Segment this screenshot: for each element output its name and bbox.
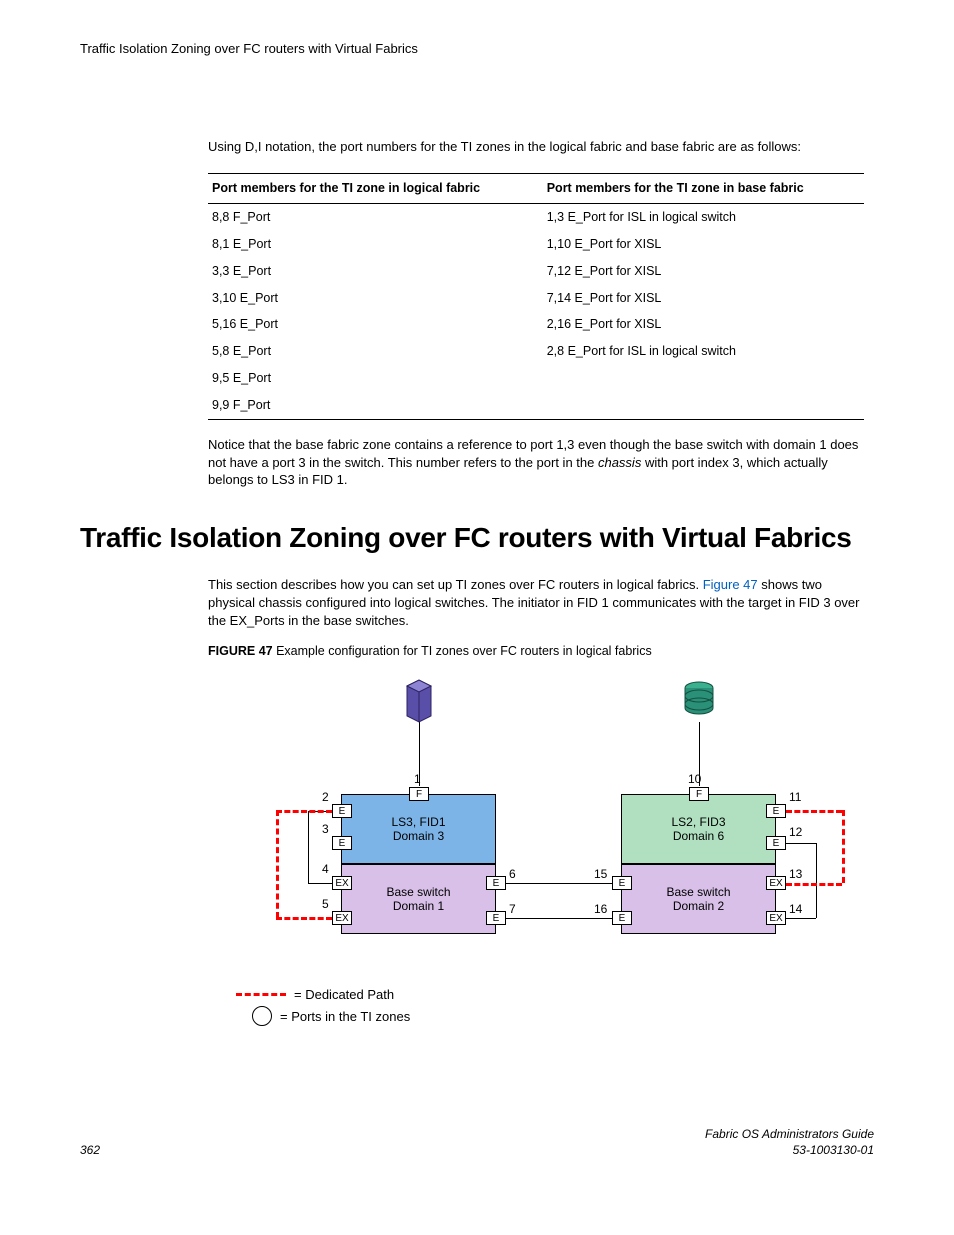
section-heading: Traffic Isolation Zoning over FC routers… bbox=[80, 519, 874, 557]
legend-dash-icon bbox=[236, 993, 286, 996]
port-num: 5 bbox=[322, 896, 329, 912]
port-num: 11 bbox=[789, 789, 801, 805]
port-num: 6 bbox=[509, 866, 516, 882]
port-ex: EX bbox=[332, 876, 352, 890]
port-e: E bbox=[486, 911, 506, 925]
port-num: 13 bbox=[789, 866, 802, 882]
port-e: E bbox=[332, 804, 352, 818]
ti-zone-table: Port members for the TI zone in logical … bbox=[208, 173, 864, 420]
port-num: 15 bbox=[594, 866, 607, 882]
table-row: 5,8 E_Port2,8 E_Port for ISL in logical … bbox=[208, 338, 864, 365]
table-header-right: Port members for the TI zone in base fab… bbox=[543, 174, 864, 204]
table-header-left: Port members for the TI zone in logical … bbox=[208, 174, 543, 204]
port-e: E bbox=[612, 911, 632, 925]
port-f: F bbox=[689, 787, 709, 801]
port-num: 3 bbox=[322, 821, 329, 837]
table-row: 3,10 E_Port7,14 E_Port for XISL bbox=[208, 285, 864, 312]
table-row: 9,5 E_Port bbox=[208, 365, 864, 392]
port-e: E bbox=[766, 836, 786, 850]
running-header: Traffic Isolation Zoning over FC routers… bbox=[80, 40, 874, 58]
port-num: 14 bbox=[789, 901, 802, 917]
table-row: 8,8 F_Port1,3 E_Port for ISL in logical … bbox=[208, 203, 864, 230]
page-number: 362 bbox=[80, 1142, 100, 1158]
switch-base1: Base switch Domain 1 bbox=[341, 864, 496, 934]
port-num: 7 bbox=[509, 901, 516, 917]
port-num: 10 bbox=[688, 771, 701, 787]
legend-circle-icon bbox=[252, 1006, 272, 1026]
port-ex: EX bbox=[332, 911, 352, 925]
switch-ls3: LS3, FID1 Domain 3 bbox=[341, 794, 496, 864]
port-e: E bbox=[612, 876, 632, 890]
doc-number: 53-1003130-01 bbox=[705, 1142, 874, 1158]
port-num: 16 bbox=[594, 901, 607, 917]
figure-caption: FIGURE 47 Example configuration for TI z… bbox=[208, 643, 864, 660]
port-e: E bbox=[766, 804, 786, 818]
intro-paragraph: Using D,I notation, the port numbers for… bbox=[208, 138, 864, 156]
table-row: 5,16 E_Port2,16 E_Port for XISL bbox=[208, 311, 864, 338]
port-f: F bbox=[409, 787, 429, 801]
section-paragraph: This section describes how you can set u… bbox=[208, 576, 864, 629]
port-num: 1 bbox=[414, 771, 421, 787]
port-num: 4 bbox=[322, 861, 329, 877]
table-row: 3,3 E_Port7,12 E_Port for XISL bbox=[208, 258, 864, 285]
table-row: 8,1 E_Port1,10 E_Port for XISL bbox=[208, 231, 864, 258]
port-num: 2 bbox=[322, 789, 329, 805]
target-icon bbox=[679, 676, 719, 724]
port-ex: EX bbox=[766, 876, 786, 890]
port-num: 12 bbox=[789, 824, 802, 840]
figure-link[interactable]: Figure 47 bbox=[703, 577, 758, 592]
initiator-icon bbox=[399, 676, 439, 724]
figure-legend: = Dedicated Path = Ports in the TI zones bbox=[236, 986, 410, 1086]
notice-paragraph: Notice that the base fabric zone contain… bbox=[208, 436, 864, 489]
page-footer: 362 Fabric OS Administrators Guide 53-10… bbox=[80, 1126, 874, 1158]
switch-ls2: LS2, FID3 Domain 6 bbox=[621, 794, 776, 864]
table-row: 9,9 F_Port bbox=[208, 392, 864, 419]
switch-base2: Base switch Domain 2 bbox=[621, 864, 776, 934]
doc-title: Fabric OS Administrators Guide bbox=[705, 1126, 874, 1142]
port-ex: EX bbox=[766, 911, 786, 925]
port-e: E bbox=[332, 836, 352, 850]
figure-47: LS3, FID1 Domain 3 Base switch Domain 1 … bbox=[236, 676, 836, 1086]
port-e: E bbox=[486, 876, 506, 890]
